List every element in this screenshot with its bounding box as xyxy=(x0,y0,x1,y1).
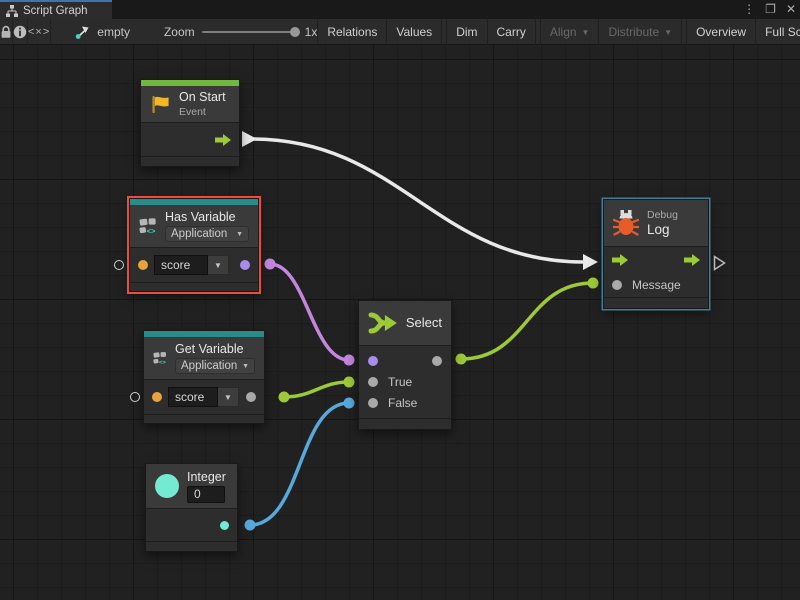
zoom-slider[interactable] xyxy=(202,31,298,33)
script-graph-window: Script Graph ⋮ ❐ ✕ <×> xyxy=(0,0,800,600)
node-title: Integer xyxy=(187,470,226,484)
inspect-button[interactable] xyxy=(13,19,28,45)
port-label: True xyxy=(388,375,412,389)
bug-icon xyxy=(613,210,639,236)
node-footer xyxy=(130,282,258,291)
trigger-output-port[interactable] xyxy=(684,254,700,266)
unconnected-input-indicator[interactable] xyxy=(114,260,124,270)
node-kicker: Debug xyxy=(647,209,678,221)
select-icon xyxy=(368,310,398,336)
value-output-port[interactable] xyxy=(246,392,256,402)
maximize-icon[interactable]: ❐ xyxy=(765,0,776,19)
tab-label: Script Graph xyxy=(23,5,88,17)
node-title: Has Variable xyxy=(165,210,249,224)
graph-icon xyxy=(6,5,18,17)
variable-name-field[interactable]: score xyxy=(154,255,208,275)
message-input-port[interactable] xyxy=(612,280,622,290)
pointer-icon xyxy=(75,25,91,39)
distribute-button[interactable]: Distribute▼ xyxy=(598,19,681,45)
node-debug-log[interactable]: Debug Log Message xyxy=(603,199,709,309)
false-input-port[interactable] xyxy=(368,398,378,408)
node-on-start[interactable]: On Start Event xyxy=(140,79,240,167)
node-integer[interactable]: Integer 0 xyxy=(145,463,238,552)
port-label: False xyxy=(388,396,417,410)
node-footer xyxy=(359,418,451,429)
carry-button[interactable]: Carry xyxy=(487,19,535,45)
variables-icon: <> xyxy=(139,214,157,238)
scope-dropdown[interactable]: Application ▼ xyxy=(165,226,249,242)
tab-bar: Script Graph ⋮ ❐ ✕ xyxy=(0,0,800,19)
node-title: Get Variable xyxy=(175,342,255,356)
node-get-variable[interactable]: <> Get Variable Application ▼ score ▼ xyxy=(143,330,265,424)
trigger-input-port[interactable] xyxy=(612,254,628,266)
align-button[interactable]: Align▼ xyxy=(540,19,599,45)
node-footer xyxy=(146,541,237,551)
variables-icon: <> xyxy=(153,346,167,370)
node-footer xyxy=(144,414,264,423)
node-footer xyxy=(141,156,239,166)
node-title: Select xyxy=(406,316,442,330)
overview-button[interactable]: Overview xyxy=(686,19,755,45)
node-select[interactable]: Select True False xyxy=(358,300,452,430)
scope-dropdown[interactable]: Application ▼ xyxy=(175,358,255,374)
chevron-down-icon: ▼ xyxy=(236,231,243,238)
lock-button[interactable] xyxy=(0,19,13,45)
name-input-port[interactable] xyxy=(138,260,148,270)
info-icon xyxy=(13,25,27,39)
relations-button[interactable]: Relations xyxy=(317,19,386,45)
zoom-label: Zoom xyxy=(164,25,195,39)
integer-value-field[interactable]: 0 xyxy=(187,486,225,503)
chevron-down-icon: ▼ xyxy=(664,28,672,37)
window-controls: ⋮ ❐ ✕ xyxy=(743,0,796,19)
code-preview-button[interactable]: <×> xyxy=(28,19,51,45)
node-subtitle: Event xyxy=(179,106,226,118)
port-label: Message xyxy=(632,278,681,292)
unconnected-input-indicator[interactable] xyxy=(130,392,140,402)
values-button[interactable]: Values xyxy=(386,19,441,45)
svg-text:<>: <> xyxy=(147,227,156,236)
lock-icon xyxy=(0,25,12,39)
selection-label: empty xyxy=(97,25,130,39)
unconnected-trigger-indicator[interactable] xyxy=(713,255,726,271)
name-input-port[interactable] xyxy=(152,392,162,402)
result-output-port[interactable] xyxy=(432,356,442,366)
variable-picker-button[interactable]: ▼ xyxy=(208,255,229,275)
node-title: On Start xyxy=(179,90,226,104)
tab-script-graph[interactable]: Script Graph xyxy=(0,0,112,19)
zoom-control: Zoom 1x xyxy=(164,25,317,39)
int-output-port[interactable] xyxy=(220,521,229,530)
true-input-port[interactable] xyxy=(368,377,378,387)
chevron-down-icon: ▼ xyxy=(242,363,249,370)
node-footer xyxy=(604,297,708,308)
variable-picker-button[interactable]: ▼ xyxy=(218,387,239,407)
node-has-variable[interactable]: <> Has Variable Application ▼ score ▼ xyxy=(129,198,259,292)
selection-indicator: empty xyxy=(75,25,130,39)
zoom-slider-knob[interactable] xyxy=(290,27,300,37)
chevron-down-icon: ▼ xyxy=(582,28,590,37)
condition-input-port[interactable] xyxy=(368,356,378,366)
trigger-output-port[interactable] xyxy=(215,134,231,146)
zoom-value: 1x xyxy=(305,25,318,39)
fullscreen-button[interactable]: Full Screen xyxy=(755,19,800,45)
svg-text:<>: <> xyxy=(159,360,166,366)
variable-name-field[interactable]: score xyxy=(168,387,218,407)
menu-icon[interactable]: ⋮ xyxy=(743,0,755,19)
code-icon: <×> xyxy=(28,26,50,38)
integer-icon xyxy=(155,474,179,498)
flag-icon xyxy=(150,95,171,114)
node-title: Log xyxy=(647,223,678,237)
close-icon[interactable]: ✕ xyxy=(786,0,796,19)
dim-button[interactable]: Dim xyxy=(446,19,486,45)
graph-toolbar: <×> empty Zoom 1x Relations Values Dim C… xyxy=(0,19,800,45)
toolbar-buttons: Relations Values Dim Carry Align▼ Distri… xyxy=(317,19,800,45)
bool-output-port[interactable] xyxy=(240,260,250,270)
